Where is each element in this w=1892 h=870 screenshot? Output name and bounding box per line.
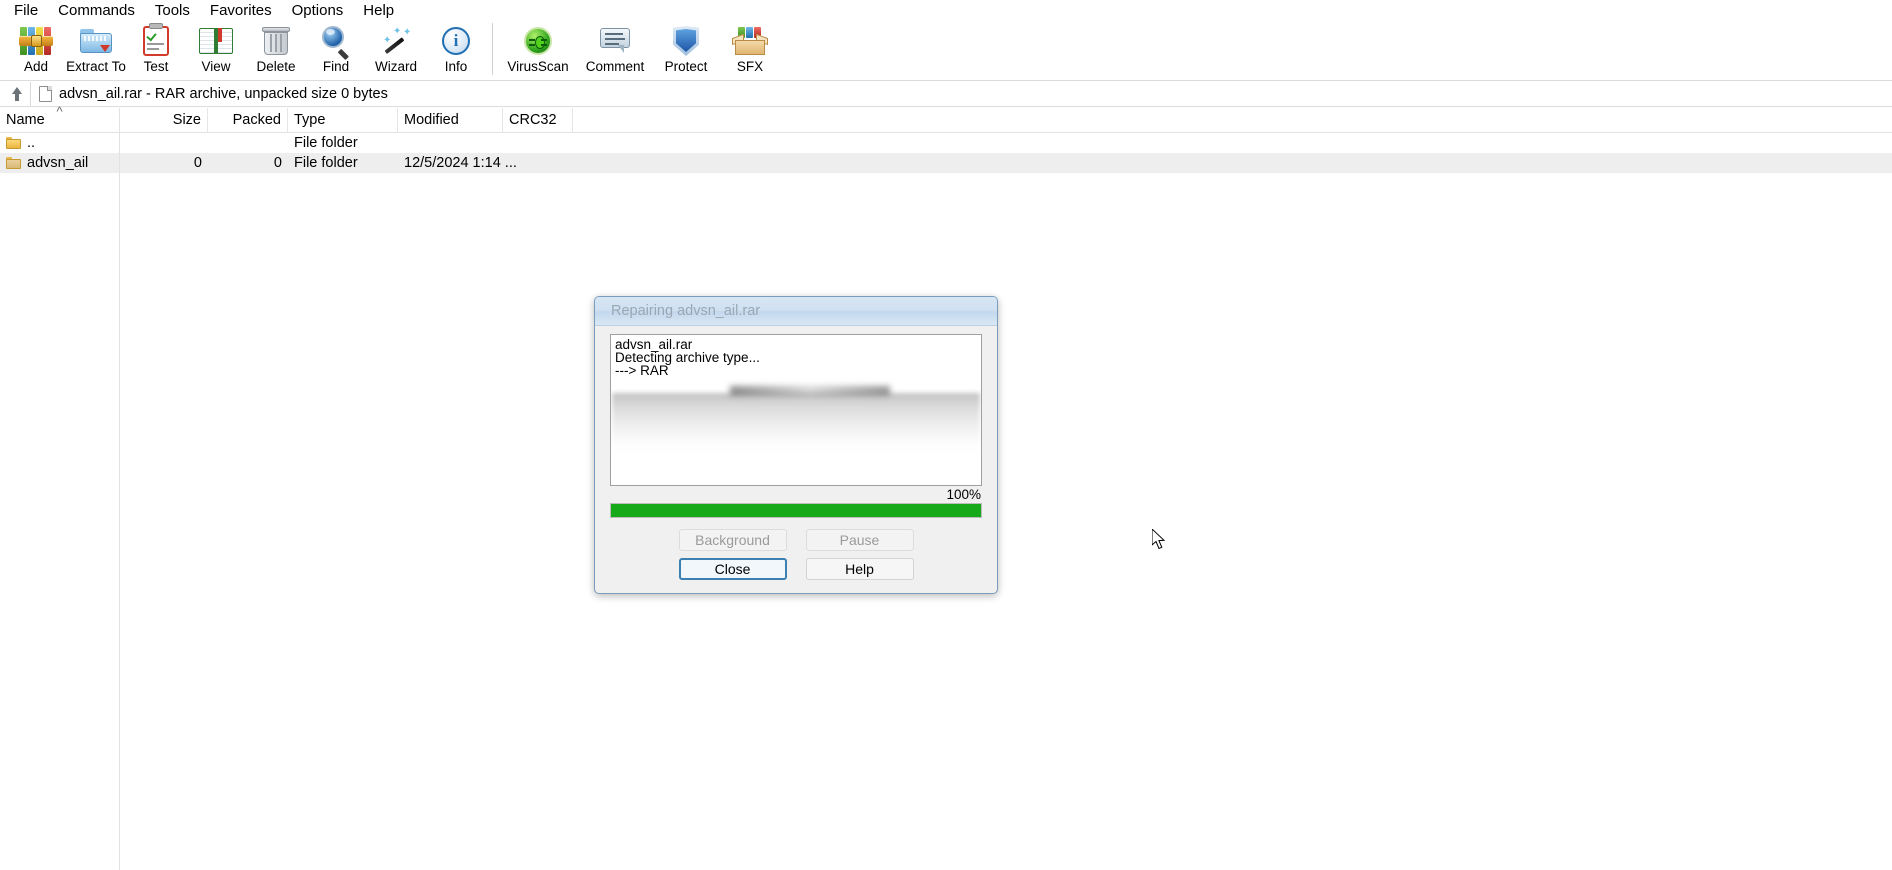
log-line: ---> RAR [615, 363, 669, 379]
column-header-crc32[interactable]: CRC32 [503, 107, 573, 133]
cell-packed: 0 [273, 155, 282, 171]
menu-item-file[interactable]: File [4, 1, 48, 21]
toolbar-button-extract-to[interactable]: Extract To [66, 21, 126, 79]
dialog-button-column-left: Background Close [678, 529, 787, 580]
cell-name: advsn_ail [0, 153, 120, 173]
cell-crc32 [503, 153, 573, 173]
sfx-box-icon [732, 24, 768, 58]
toolbar-separator [492, 23, 493, 75]
list-pane-divider [119, 108, 120, 870]
cell-modified: 12/5/2024 1:14 ... [404, 155, 517, 171]
toolbar-button-test[interactable]: Test [126, 21, 186, 79]
test-clipboard-icon [139, 23, 173, 58]
table-row[interactable]: .. File folder [0, 133, 1892, 153]
row-name-text: advsn_ail [27, 155, 89, 171]
archive-path-text: advsn_ail.rar - RAR archive, unpacked si… [59, 85, 388, 102]
background-button[interactable]: Background [678, 529, 787, 551]
toolbar-label-info: Info [444, 59, 468, 74]
menu-bar: File Commands Tools Favorites Options He… [0, 0, 1892, 21]
dialog-title-bar: Repairing advsn_ail.rar [595, 297, 997, 326]
redacted-log-region [612, 393, 980, 455]
cell-type: File folder [294, 155, 358, 171]
toolbar-label-add: Add [23, 59, 49, 74]
pause-button[interactable]: Pause [805, 529, 914, 551]
cell-size: 0 [193, 155, 202, 171]
toolbar-label-wizard: Wizard [374, 59, 417, 74]
toolbar: Add Extract To Test View Delete Find ✦ ✦… [0, 21, 1892, 81]
progress-percent-row: 100% [610, 486, 982, 503]
extract-folder-icon [79, 24, 113, 58]
comment-bubble-icon [598, 24, 632, 58]
mouse-pointer-icon [1151, 527, 1167, 551]
toolbar-button-find[interactable]: Find [306, 21, 366, 79]
toolbar-button-protect[interactable]: Protect [653, 21, 719, 79]
toolbar-label-view: View [201, 59, 231, 74]
add-archive-icon [19, 24, 53, 58]
table-row[interactable]: advsn_ail 0 0 File folder 12/5/2024 1:14… [0, 153, 1892, 173]
column-header-modified[interactable]: Modified [398, 107, 503, 133]
toolbar-label-extract-to: Extract To [66, 59, 126, 74]
cell-crc32 [503, 133, 573, 153]
toolbar-label-comment: Comment [585, 59, 645, 74]
column-header-type[interactable]: Type [288, 107, 398, 133]
toolbar-label-sfx: SFX [736, 59, 764, 74]
cell-size [120, 133, 208, 153]
column-header-name[interactable]: Name [0, 107, 120, 133]
document-icon [39, 85, 52, 102]
info-circle-icon: i [439, 24, 473, 58]
delete-trash-icon [259, 24, 293, 58]
folder-up-icon [6, 137, 21, 149]
menu-item-tools[interactable]: Tools [145, 1, 200, 21]
repair-log-output[interactable]: advsn_ail.rar Detecting archive type... … [610, 334, 982, 486]
toolbar-button-wizard[interactable]: ✦ ✦ ✦ Wizard [366, 21, 426, 79]
dialog-button-row: Background Close Pause Help [610, 529, 982, 580]
menu-item-favorites[interactable]: Favorites [200, 1, 282, 21]
menu-item-help[interactable]: Help [353, 1, 404, 21]
toolbar-button-comment[interactable]: Comment [577, 21, 653, 79]
toolbar-label-test: Test [143, 59, 169, 74]
toolbar-button-view[interactable]: View [186, 21, 246, 79]
file-list-header: Name Size Packed Type Modified CRC32 [0, 107, 1892, 133]
dialog-body: advsn_ail.rar Detecting archive type... … [595, 326, 997, 593]
toolbar-label-virusscan: VirusScan [507, 59, 569, 74]
row-name-text: .. [27, 135, 36, 151]
toolbar-label-delete: Delete [256, 59, 296, 74]
folder-icon [6, 157, 21, 169]
toolbar-label-protect: Protect [664, 59, 708, 74]
cell-name: .. [0, 133, 120, 153]
close-button[interactable]: Close [678, 558, 787, 580]
up-arrow-icon [11, 86, 23, 101]
column-header-size[interactable]: Size [120, 107, 208, 133]
toolbar-button-delete[interactable]: Delete [246, 21, 306, 79]
toolbar-button-info[interactable]: i Info [426, 21, 486, 79]
cell-modified [398, 133, 503, 153]
dialog-button-column-right: Pause Help [805, 529, 914, 580]
progress-bar [610, 503, 982, 518]
menu-item-options[interactable]: Options [282, 1, 354, 21]
dialog-title-text: Repairing advsn_ail.rar [611, 303, 761, 319]
virusscan-bug-icon [521, 24, 555, 58]
cell-packed [208, 133, 288, 153]
toolbar-button-add[interactable]: Add [6, 21, 66, 79]
cell-type: File folder [294, 135, 358, 151]
progress-bar-fill [611, 504, 981, 517]
address-bar: advsn_ail.rar - RAR archive, unpacked si… [0, 81, 1892, 107]
repairing-dialog: Repairing advsn_ail.rar advsn_ail.rar De… [594, 296, 998, 594]
up-one-level-button[interactable] [4, 83, 30, 105]
menu-item-commands[interactable]: Commands [48, 1, 145, 21]
progress-percent-label: 100% [946, 487, 981, 502]
toolbar-button-virusscan[interactable]: VirusScan [499, 21, 577, 79]
toolbar-button-sfx[interactable]: SFX [719, 21, 781, 79]
wizard-wand-icon: ✦ ✦ ✦ [379, 24, 413, 58]
toolbar-label-find: Find [322, 59, 350, 74]
protect-shield-icon [669, 24, 703, 58]
find-magnifier-icon [319, 24, 353, 60]
archive-path-field[interactable]: advsn_ail.rar - RAR archive, unpacked si… [30, 81, 1892, 106]
view-book-icon [199, 24, 233, 58]
help-button[interactable]: Help [805, 558, 914, 580]
column-header-packed[interactable]: Packed [208, 107, 288, 133]
